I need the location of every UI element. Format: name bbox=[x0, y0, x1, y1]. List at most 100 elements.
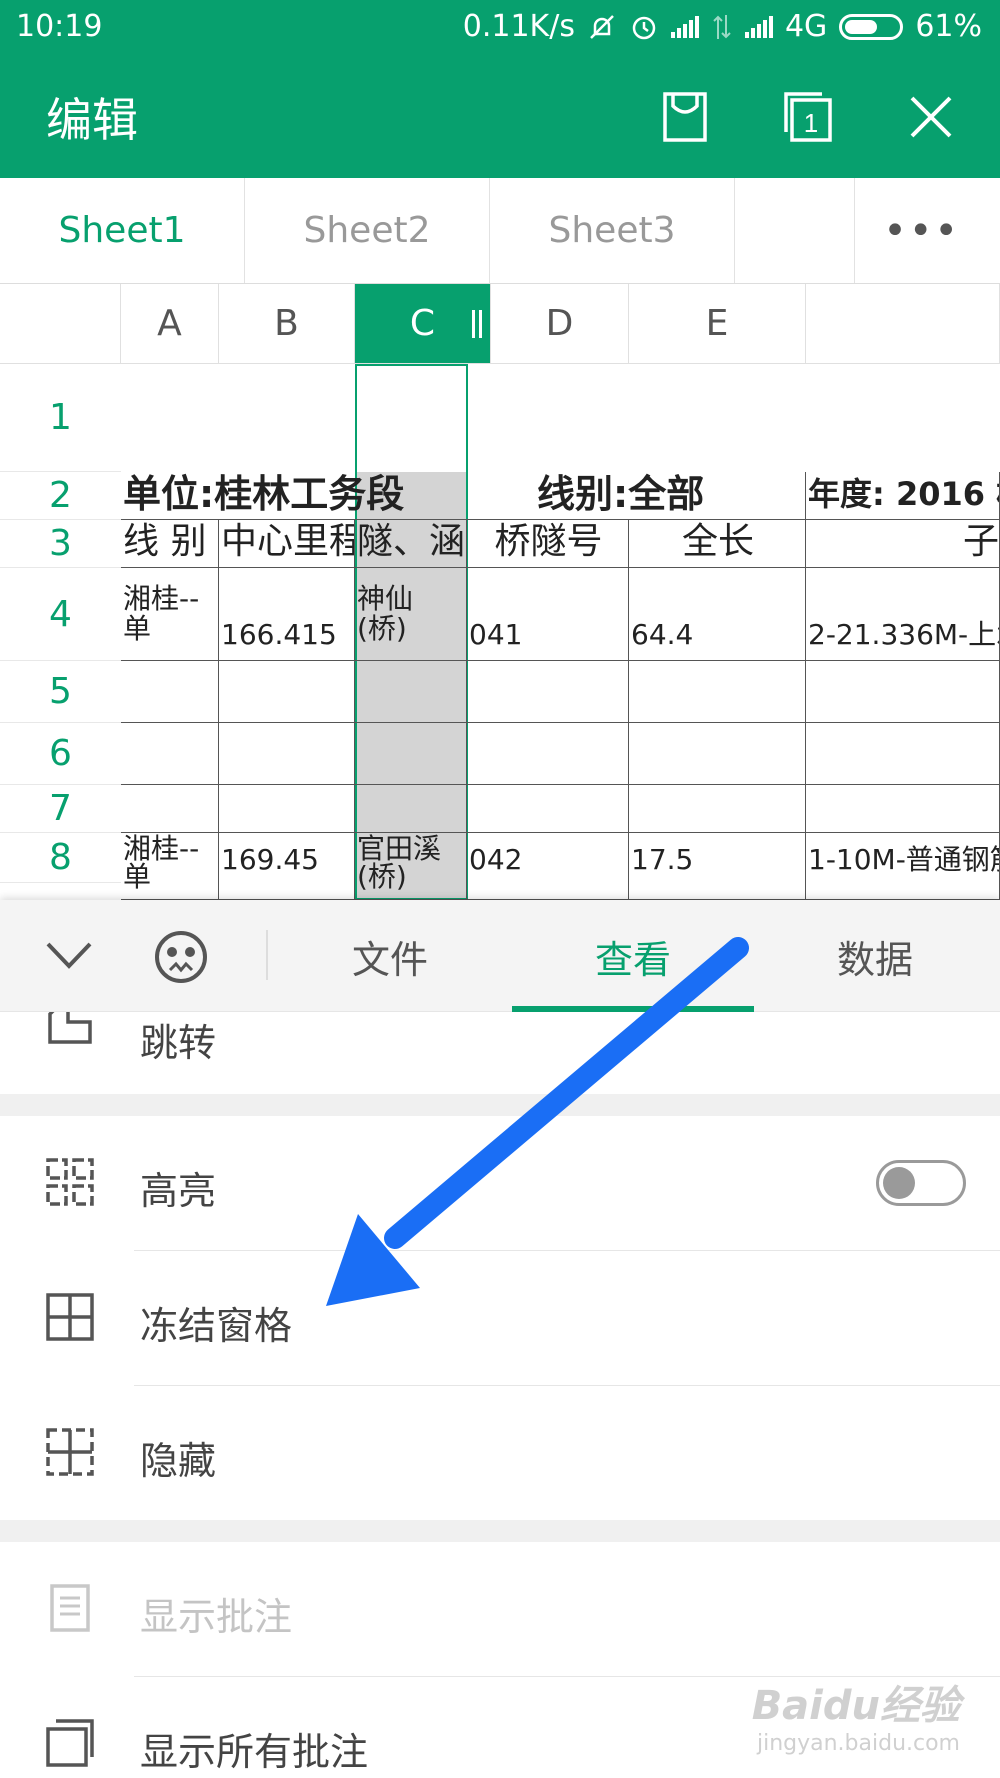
cell-f6[interactable] bbox=[806, 723, 1000, 785]
column-header-d[interactable]: D bbox=[491, 284, 629, 364]
cell-e3[interactable]: 全长 bbox=[629, 520, 806, 568]
menu-item-jump[interactable]: 跳转 bbox=[0, 1012, 1000, 1094]
watermark-brand: Baidu经验 bbox=[751, 1683, 960, 1729]
tab-empty bbox=[735, 178, 855, 283]
row-header-4[interactable]: 4 bbox=[0, 568, 121, 661]
row-header-1[interactable]: 1 bbox=[0, 364, 121, 472]
cell-e4[interactable]: 64.4 bbox=[629, 568, 806, 661]
cell-b4[interactable]: 166.415 bbox=[219, 568, 355, 661]
menu-item-show-comments[interactable]: 显示批注 bbox=[0, 1542, 1000, 1676]
column-header-e[interactable]: E bbox=[629, 284, 806, 364]
section-gap bbox=[0, 1520, 1000, 1542]
cell-c8[interactable]: 官田溪 (桥) bbox=[355, 833, 467, 900]
menu-item-freeze-panes[interactable]: 冻结窗格 bbox=[0, 1251, 1000, 1385]
status-right: 0.11K/s 4G 61% bbox=[463, 9, 982, 44]
corner-cell[interactable] bbox=[0, 284, 121, 364]
cell-b6[interactable] bbox=[219, 723, 355, 785]
column-header-f[interactable] bbox=[806, 284, 1000, 364]
cell-a7[interactable] bbox=[121, 785, 219, 833]
cell-b7[interactable] bbox=[219, 785, 355, 833]
cell-f7[interactable] bbox=[806, 785, 1000, 833]
menu-label-freeze-panes: 冻结窗格 bbox=[140, 1304, 293, 1348]
cell-a4-line1: 湘桂-- bbox=[123, 582, 200, 615]
cell-b3[interactable]: 中心里程 bbox=[219, 520, 355, 568]
column-header-a[interactable]: A bbox=[121, 284, 219, 364]
cell-d6[interactable] bbox=[467, 723, 629, 785]
cell-c3[interactable]: 隧、涵 bbox=[355, 520, 467, 568]
cell-a6[interactable] bbox=[121, 723, 219, 785]
menu-label-show-all-comments: 显示所有批注 bbox=[140, 1730, 369, 1774]
save-icon[interactable] bbox=[655, 86, 717, 148]
cell-c7[interactable] bbox=[355, 785, 467, 833]
page-title: 编辑 bbox=[46, 93, 138, 147]
cell-d5[interactable] bbox=[467, 661, 629, 723]
spreadsheet-grid: A B C D E 1 2 3 4 5 6 7 8 单位:桂林工务段 线别:全部… bbox=[0, 284, 1000, 900]
cell-d2[interactable]: 线别:全部 bbox=[467, 472, 806, 520]
row-header-6[interactable]: 6 bbox=[0, 723, 121, 785]
network-speed: 0.11K/s bbox=[462, 9, 575, 44]
cell-c4-line2: (桥) bbox=[357, 612, 407, 645]
battery-percent: 61% bbox=[915, 9, 982, 44]
svg-text:1: 1 bbox=[804, 108, 818, 138]
battery-icon bbox=[839, 13, 904, 40]
row-header-8[interactable]: 8 bbox=[0, 833, 121, 883]
tab-file[interactable]: 文件 bbox=[290, 900, 490, 1012]
tab-sheet2[interactable]: Sheet2 bbox=[245, 178, 490, 283]
cell-f4[interactable]: 2-21.336M-上承 bbox=[806, 568, 1000, 661]
row-header-5[interactable]: 5 bbox=[0, 661, 121, 723]
cell-c5[interactable] bbox=[355, 661, 467, 723]
row-header-2[interactable]: 2 bbox=[0, 472, 121, 520]
tab-data[interactable]: 数据 bbox=[780, 900, 970, 1012]
toolbar-separator bbox=[266, 930, 268, 980]
cell-a2[interactable]: 单位:桂林工务段 bbox=[121, 472, 467, 520]
multi-window-icon[interactable]: 1 bbox=[778, 86, 840, 148]
cell-d4[interactable]: 041 bbox=[467, 568, 629, 661]
menu-label-show-comments: 显示批注 bbox=[140, 1595, 293, 1639]
toggle-knob bbox=[883, 1167, 915, 1199]
cell-a5[interactable] bbox=[121, 661, 219, 723]
cell-e8[interactable]: 17.5 bbox=[629, 833, 806, 900]
menu-label-highlight: 高亮 bbox=[140, 1169, 217, 1213]
tab-view[interactable]: 查看 bbox=[512, 900, 754, 1012]
cell-a8[interactable]: 湘桂-- 单 bbox=[121, 833, 219, 900]
cell-d7[interactable] bbox=[467, 785, 629, 833]
cell-b5[interactable] bbox=[219, 661, 355, 723]
hide-icon bbox=[46, 1428, 94, 1476]
menu-item-highlight[interactable]: 高亮 bbox=[0, 1116, 1000, 1250]
cell-e6[interactable] bbox=[629, 723, 806, 785]
row-header-3[interactable]: 3 bbox=[0, 520, 121, 568]
column-header-c[interactable]: C bbox=[355, 284, 491, 364]
face-icon[interactable] bbox=[152, 928, 210, 986]
cell-d8[interactable]: 042 bbox=[467, 833, 629, 900]
network-type: 4G bbox=[784, 9, 828, 44]
cell-f8[interactable]: 1-10M-普通钢筋 bbox=[806, 833, 1000, 900]
comment-icon bbox=[50, 1584, 90, 1632]
column-header-b[interactable]: B bbox=[219, 284, 355, 364]
cell-f2[interactable]: 年度: 2016 桥 bbox=[806, 472, 1000, 520]
cell-a3[interactable]: 线 别 bbox=[121, 520, 219, 568]
cell-f3[interactable]: 子 bbox=[806, 520, 1000, 568]
menu-item-hide[interactable]: 隐藏 bbox=[0, 1386, 1000, 1520]
cell-f5[interactable] bbox=[806, 661, 1000, 723]
cell-c6[interactable] bbox=[355, 723, 467, 785]
cell-c4-line1: 神仙 bbox=[357, 582, 414, 615]
cell-a4[interactable]: 湘桂-- 单 bbox=[121, 568, 219, 661]
cell-b8[interactable]: 169.45 bbox=[219, 833, 355, 900]
signal-icon bbox=[670, 15, 699, 38]
close-icon[interactable] bbox=[900, 86, 962, 148]
cell-e5[interactable] bbox=[629, 661, 806, 723]
chevron-down-icon[interactable] bbox=[44, 936, 94, 976]
row-header-7[interactable]: 7 bbox=[0, 785, 121, 833]
tab-sheet3[interactable]: Sheet3 bbox=[490, 178, 735, 283]
cell-c4[interactable]: 神仙 (桥) bbox=[355, 568, 467, 661]
bottom-sheet: 文件 查看 数据 跳转 高亮 冻结窗格 隐藏 显示批注 显示所有批注 bbox=[0, 900, 1000, 1778]
column-resize-handle[interactable] bbox=[472, 310, 482, 338]
highlight-toggle[interactable] bbox=[876, 1160, 966, 1206]
more-icon[interactable]: ••• bbox=[883, 208, 960, 254]
tool-tabs-bar: 文件 查看 数据 bbox=[0, 900, 1000, 1012]
cell-d3[interactable]: 桥隧号 bbox=[467, 520, 629, 568]
tab-sheet1[interactable]: Sheet1 bbox=[0, 178, 245, 283]
sheet-tabs: Sheet1 Sheet2 Sheet3 ••• bbox=[0, 178, 1000, 284]
cell-e7[interactable] bbox=[629, 785, 806, 833]
alarm-icon bbox=[632, 16, 656, 39]
